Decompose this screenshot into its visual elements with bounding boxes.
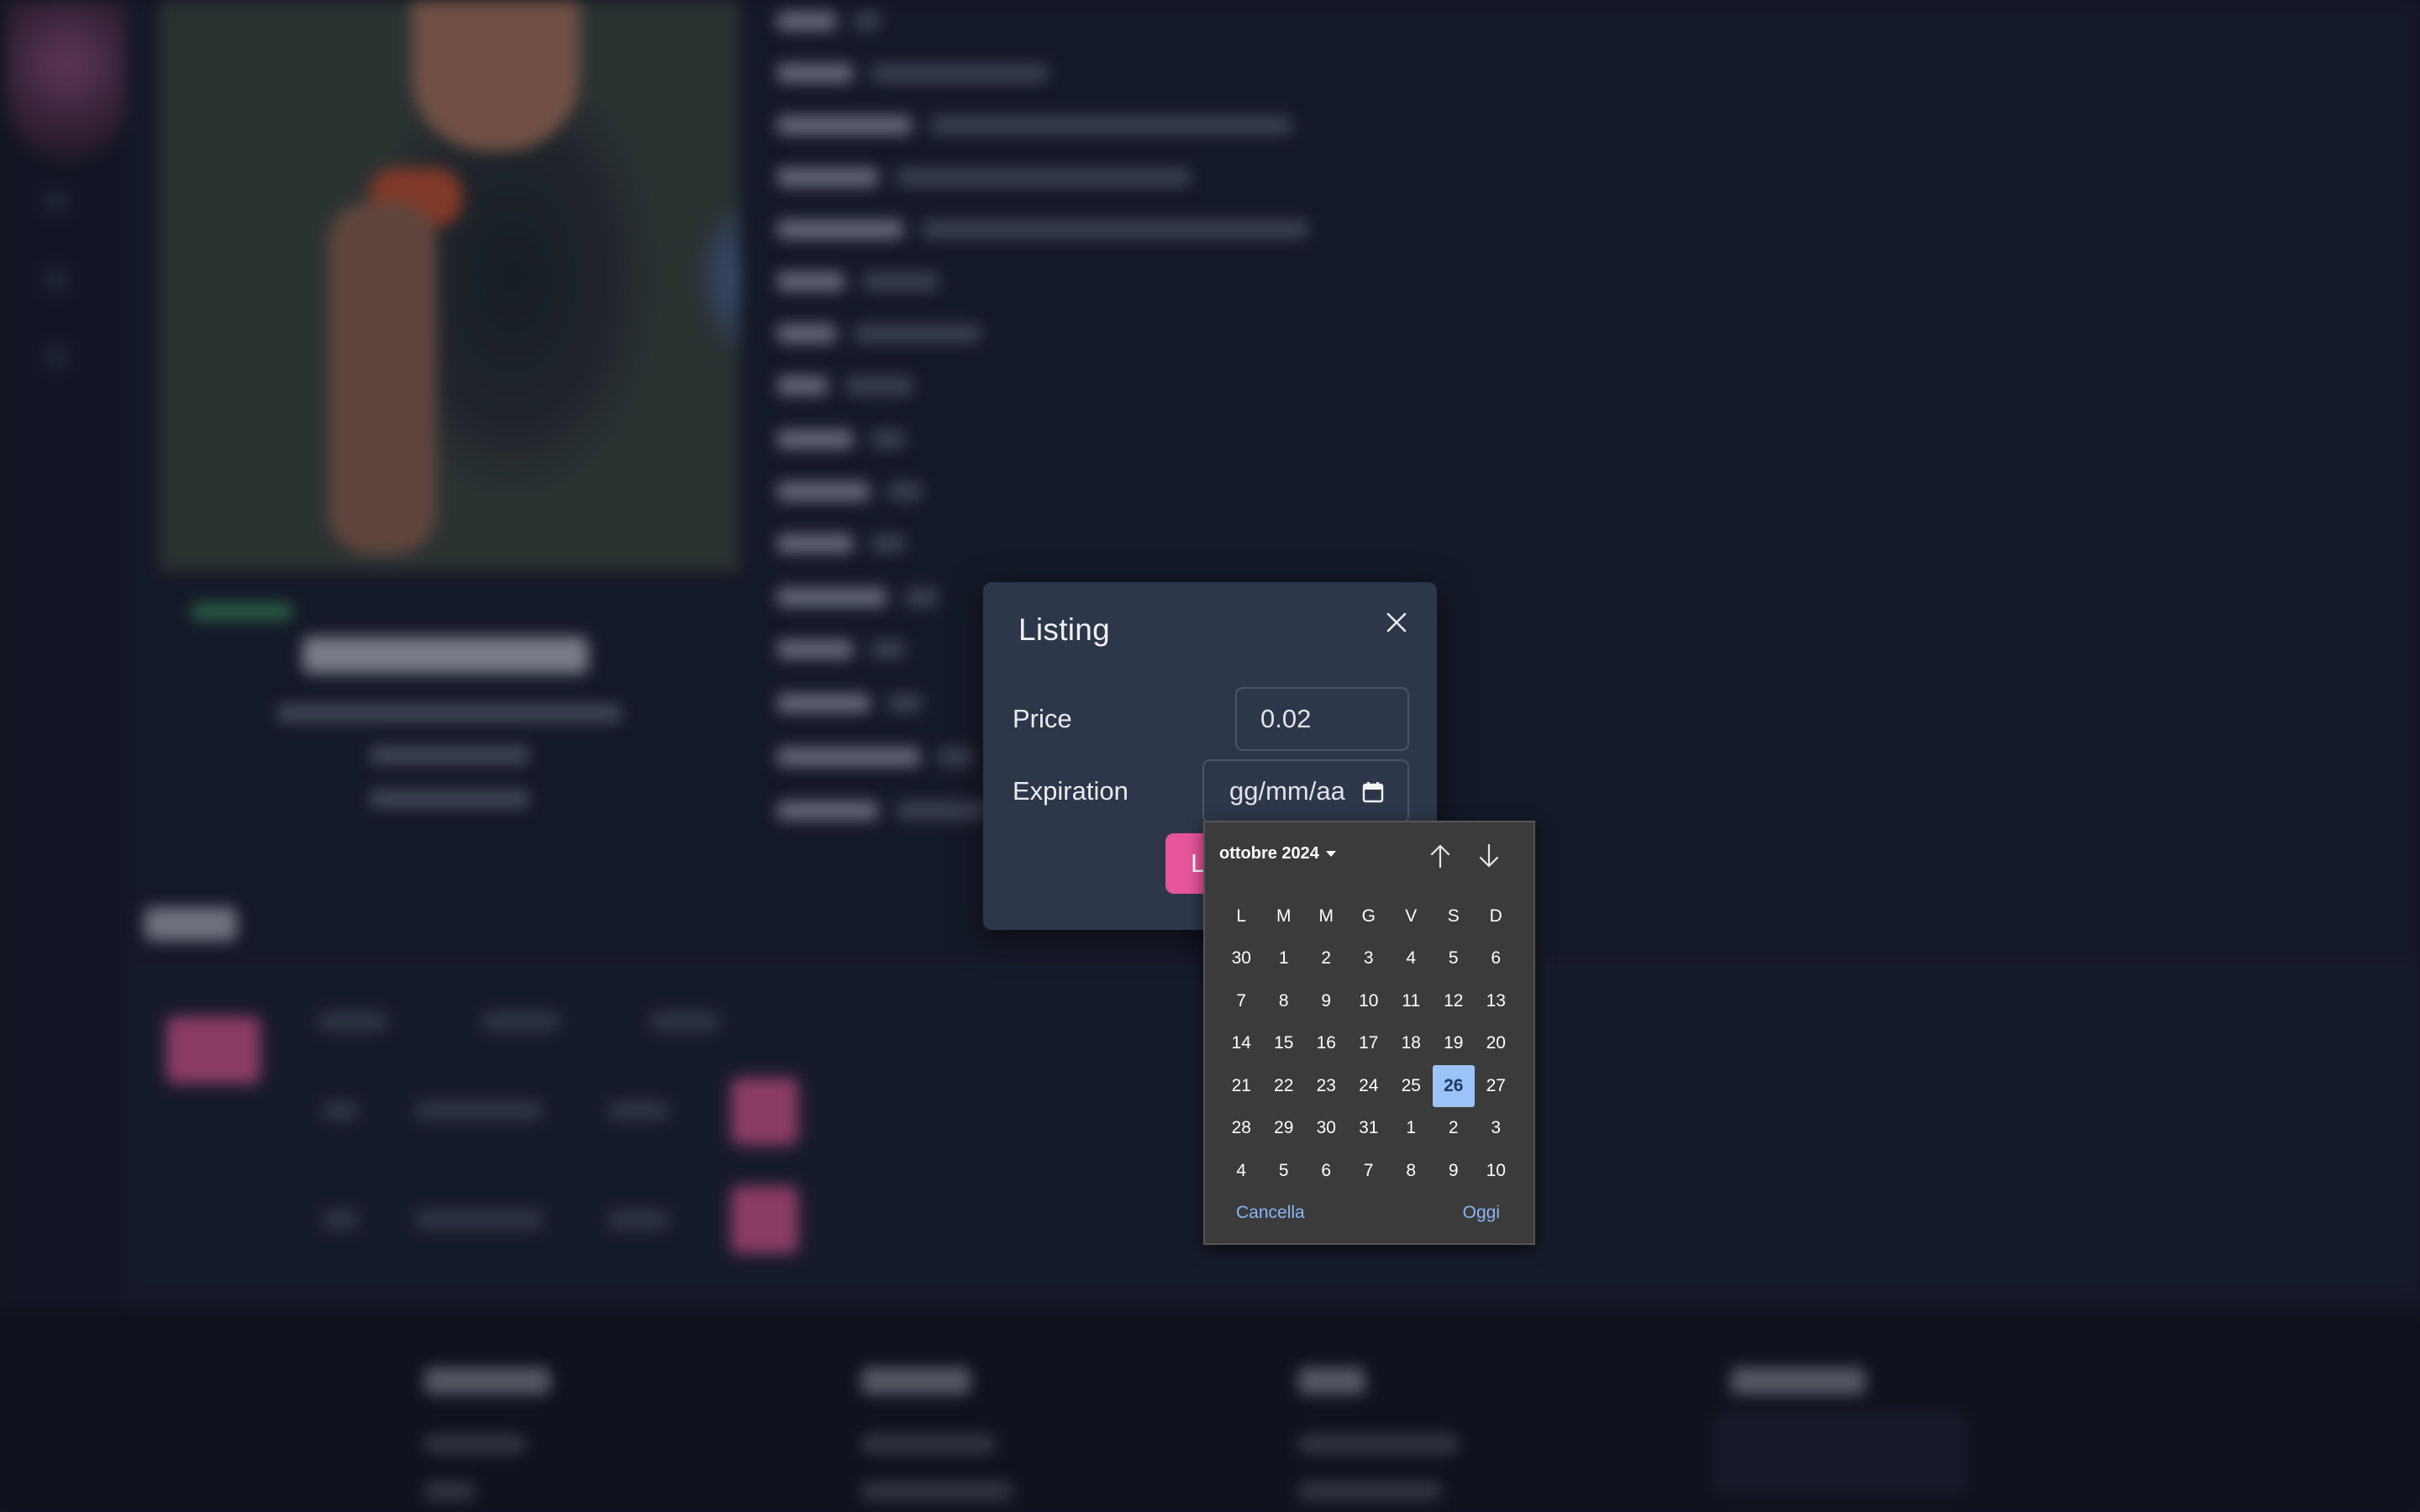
calendar-day[interactable]: 12 xyxy=(1433,980,1476,1023)
close-icon xyxy=(1386,612,1407,633)
calendar-day[interactable]: 2 xyxy=(1305,937,1348,980)
close-button[interactable] xyxy=(1376,601,1418,643)
calendar-day[interactable]: 28 xyxy=(1220,1107,1263,1150)
today-button[interactable]: Oggi xyxy=(1463,1203,1500,1223)
arrow-up-icon xyxy=(1430,844,1450,869)
calendar-day[interactable]: 13 xyxy=(1475,980,1518,1023)
calendar-day[interactable]: 1 xyxy=(1390,1107,1433,1150)
calendar-day[interactable]: 4 xyxy=(1220,1150,1263,1193)
calendar-day[interactable]: 31 xyxy=(1348,1107,1391,1150)
calendar-day[interactable]: 27 xyxy=(1475,1065,1518,1108)
weekday-header: D xyxy=(1489,906,1502,926)
clear-date-button[interactable]: Cancella xyxy=(1236,1203,1305,1223)
calendar-day[interactable]: 22 xyxy=(1263,1065,1306,1108)
arrow-down-icon xyxy=(1479,843,1499,868)
month-year-selector[interactable]: ottobre 2024 xyxy=(1219,844,1336,864)
calendar-day[interactable]: 14 xyxy=(1220,1022,1263,1065)
calendar-grid: L M M G V S D 30 1 2 3 4 5 6 7 8 9 10 11 12 13 14 15 16 17 18 19 20… xyxy=(1220,895,1518,1192)
calendar-day[interactable]: 8 xyxy=(1390,1150,1433,1193)
calendar-day[interactable]: 2 xyxy=(1433,1107,1476,1150)
calendar-day[interactable]: 24 xyxy=(1348,1065,1391,1108)
calendar-day[interactable]: 21 xyxy=(1220,1065,1263,1108)
previous-month-button[interactable] xyxy=(1423,839,1457,873)
calendar-day[interactable]: 10 xyxy=(1348,980,1391,1023)
next-month-button[interactable] xyxy=(1472,839,1506,873)
calendar-day[interactable]: 30 xyxy=(1220,937,1263,980)
calendar-day[interactable]: 30 xyxy=(1305,1107,1348,1150)
calendar-day[interactable]: 9 xyxy=(1433,1150,1476,1193)
calendar-day[interactable]: 10 xyxy=(1475,1150,1518,1193)
price-value: 0.02 xyxy=(1260,704,1312,733)
calendar-day[interactable]: 19 xyxy=(1433,1022,1476,1065)
calendar-day[interactable]: 29 xyxy=(1263,1107,1306,1150)
calendar-day[interactable]: 5 xyxy=(1433,937,1476,980)
calendar-day[interactable]: 26 xyxy=(1432,1064,1475,1107)
weekday-header: M xyxy=(1318,906,1334,926)
calendar-day[interactable]: 7 xyxy=(1220,980,1263,1023)
calendar-day[interactable]: 3 xyxy=(1475,1107,1518,1150)
calendar-day[interactable]: 25 xyxy=(1390,1065,1433,1108)
calendar-day[interactable]: 7 xyxy=(1348,1150,1391,1193)
calendar-day[interactable]: 20 xyxy=(1475,1022,1518,1065)
calendar-day[interactable]: 6 xyxy=(1475,937,1518,980)
weekday-header: V xyxy=(1405,906,1418,926)
weekday-header: S xyxy=(1447,906,1460,926)
calendar-day[interactable]: 3 xyxy=(1348,937,1391,980)
weekday-header: L xyxy=(1236,906,1247,926)
weekday-header: M xyxy=(1276,906,1292,926)
calendar-day[interactable]: 18 xyxy=(1390,1022,1433,1065)
price-input[interactable]: 0.02 xyxy=(1235,687,1409,751)
modal-title: Listing xyxy=(1018,612,1111,647)
weekday-header: G xyxy=(1361,906,1376,926)
calendar-day[interactable]: 16 xyxy=(1305,1022,1348,1065)
calendar-day[interactable]: 9 xyxy=(1305,980,1348,1023)
calendar-day[interactable]: 17 xyxy=(1348,1022,1391,1065)
calendar-day[interactable]: 1 xyxy=(1263,937,1306,980)
calendar-icon[interactable] xyxy=(1362,781,1384,803)
calendar-day[interactable]: 6 xyxy=(1305,1150,1348,1193)
calendar-day[interactable]: 15 xyxy=(1263,1022,1306,1065)
date-picker-popup: ottobre 2024 L M M G V S D 30 1 2 3 4 5 6 7 8 9 10 11 12 13 1… xyxy=(1203,821,1535,1245)
price-label: Price xyxy=(1013,704,1072,733)
calendar-day[interactable]: 23 xyxy=(1305,1065,1348,1108)
month-year-label: ottobre 2024 xyxy=(1219,844,1319,863)
calendar-day[interactable]: 5 xyxy=(1263,1150,1306,1193)
expiration-date-input[interactable]: gg/mm/aa xyxy=(1202,759,1409,823)
expiration-placeholder: gg/mm/aa xyxy=(1229,776,1345,806)
calendar-day[interactable]: 4 xyxy=(1390,937,1433,980)
calendar-day[interactable]: 8 xyxy=(1263,980,1306,1023)
expiration-label: Expiration xyxy=(1013,776,1128,806)
calendar-day[interactable]: 11 xyxy=(1390,980,1433,1023)
caret-down-icon xyxy=(1325,851,1336,857)
